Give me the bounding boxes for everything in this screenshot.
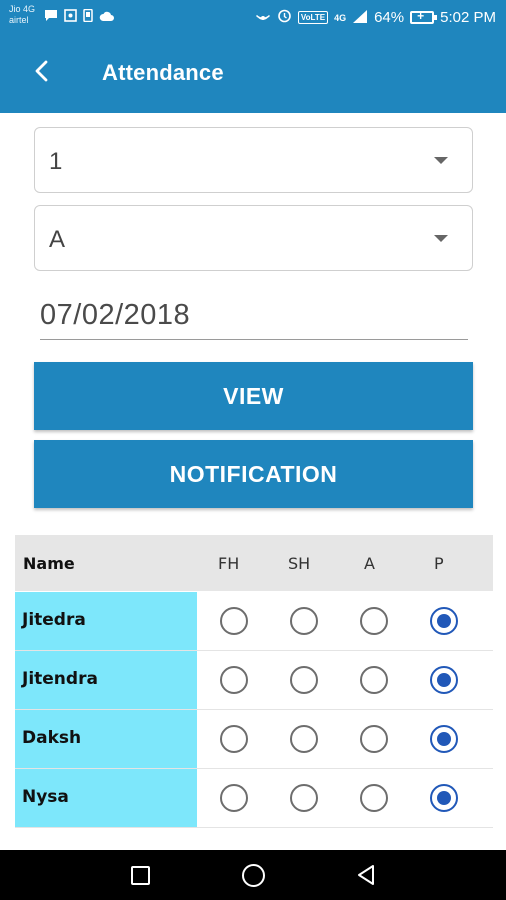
radio-fh[interactable] bbox=[220, 666, 248, 694]
chevron-down-icon bbox=[434, 235, 448, 242]
header-sh: SH bbox=[288, 554, 311, 573]
notification-button[interactable]: NOTIFICATION bbox=[34, 440, 473, 508]
student-name: Nysa bbox=[22, 787, 69, 807]
table-row: Nysa bbox=[15, 769, 493, 828]
header-fh: FH bbox=[218, 554, 240, 573]
alarm-icon bbox=[277, 8, 292, 27]
radio-present[interactable] bbox=[430, 725, 458, 753]
student-name: Jitedra bbox=[22, 610, 86, 630]
attendance-table-header: Name FH SH A P bbox=[15, 535, 493, 591]
radio-sh[interactable] bbox=[290, 607, 318, 635]
date-field[interactable]: 07/02/2018 bbox=[40, 296, 468, 340]
hotspot-icon bbox=[255, 9, 271, 27]
cloud-icon bbox=[99, 10, 114, 26]
view-button[interactable]: VIEW bbox=[34, 362, 473, 430]
battery-icon: + bbox=[410, 9, 438, 24]
student-name-cell: Jitendra bbox=[15, 651, 197, 709]
radio-fh[interactable] bbox=[220, 607, 248, 635]
radio-absent[interactable] bbox=[360, 725, 388, 753]
back-triangle-icon[interactable] bbox=[356, 864, 376, 891]
clock: 5:02 PM bbox=[440, 9, 496, 26]
radio-present[interactable] bbox=[430, 666, 458, 694]
signal-icon bbox=[352, 9, 368, 27]
back-button[interactable] bbox=[28, 56, 58, 86]
student-name-cell: Daksh bbox=[15, 710, 197, 768]
header-a: A bbox=[364, 554, 375, 573]
class-dropdown[interactable]: 1 bbox=[34, 127, 473, 193]
radio-present[interactable] bbox=[430, 607, 458, 635]
date-field-value: 07/02/2018 bbox=[40, 299, 191, 331]
radio-present[interactable] bbox=[430, 784, 458, 812]
system-status-icons: VoLTE 4G 64% + 5:02 PM bbox=[255, 8, 496, 27]
chevron-left-icon bbox=[35, 60, 48, 82]
radio-sh[interactable] bbox=[290, 666, 318, 694]
radio-absent[interactable] bbox=[360, 784, 388, 812]
phone-icon bbox=[83, 8, 93, 26]
volte-badge: VoLTE bbox=[297, 11, 329, 24]
radio-sh[interactable] bbox=[290, 784, 318, 812]
home-icon[interactable] bbox=[242, 864, 265, 887]
table-row: Jitendra bbox=[15, 651, 493, 710]
battery-percent: 64% bbox=[374, 9, 405, 26]
table-row: Daksh bbox=[15, 710, 493, 769]
navigation-bar bbox=[0, 850, 506, 900]
student-name: Jitendra bbox=[22, 669, 98, 689]
class-dropdown-value: 1 bbox=[49, 148, 63, 175]
recents-icon[interactable] bbox=[131, 866, 150, 885]
header-name: Name bbox=[23, 554, 75, 573]
header-p: P bbox=[434, 554, 444, 573]
radio-fh[interactable] bbox=[220, 725, 248, 753]
page-title: Attendance bbox=[102, 60, 224, 85]
section-dropdown[interactable]: A bbox=[34, 205, 473, 271]
student-name: Daksh bbox=[22, 728, 82, 748]
radio-absent[interactable] bbox=[360, 607, 388, 635]
section-dropdown-value: A bbox=[49, 226, 66, 253]
network-type: 4G bbox=[334, 12, 347, 23]
radio-sh[interactable] bbox=[290, 725, 318, 753]
carrier-1: Jio 4G bbox=[9, 4, 36, 14]
chat-icon bbox=[44, 9, 58, 26]
app-bar: Attendance bbox=[0, 34, 506, 113]
notification-icons bbox=[44, 8, 114, 26]
radio-fh[interactable] bbox=[220, 784, 248, 812]
table-row: Jitedra bbox=[15, 592, 493, 651]
status-bar: Jio 4G airtel VoLTE 4G 64% + 5:02 PM bbox=[0, 0, 506, 34]
student-name-cell: Jitedra bbox=[15, 592, 197, 650]
photo-icon bbox=[64, 9, 77, 26]
carrier-2: airtel bbox=[9, 15, 29, 25]
chevron-down-icon bbox=[434, 157, 448, 164]
student-name-cell: Nysa bbox=[15, 769, 197, 827]
radio-absent[interactable] bbox=[360, 666, 388, 694]
carrier-info: Jio 4G airtel bbox=[9, 4, 35, 26]
